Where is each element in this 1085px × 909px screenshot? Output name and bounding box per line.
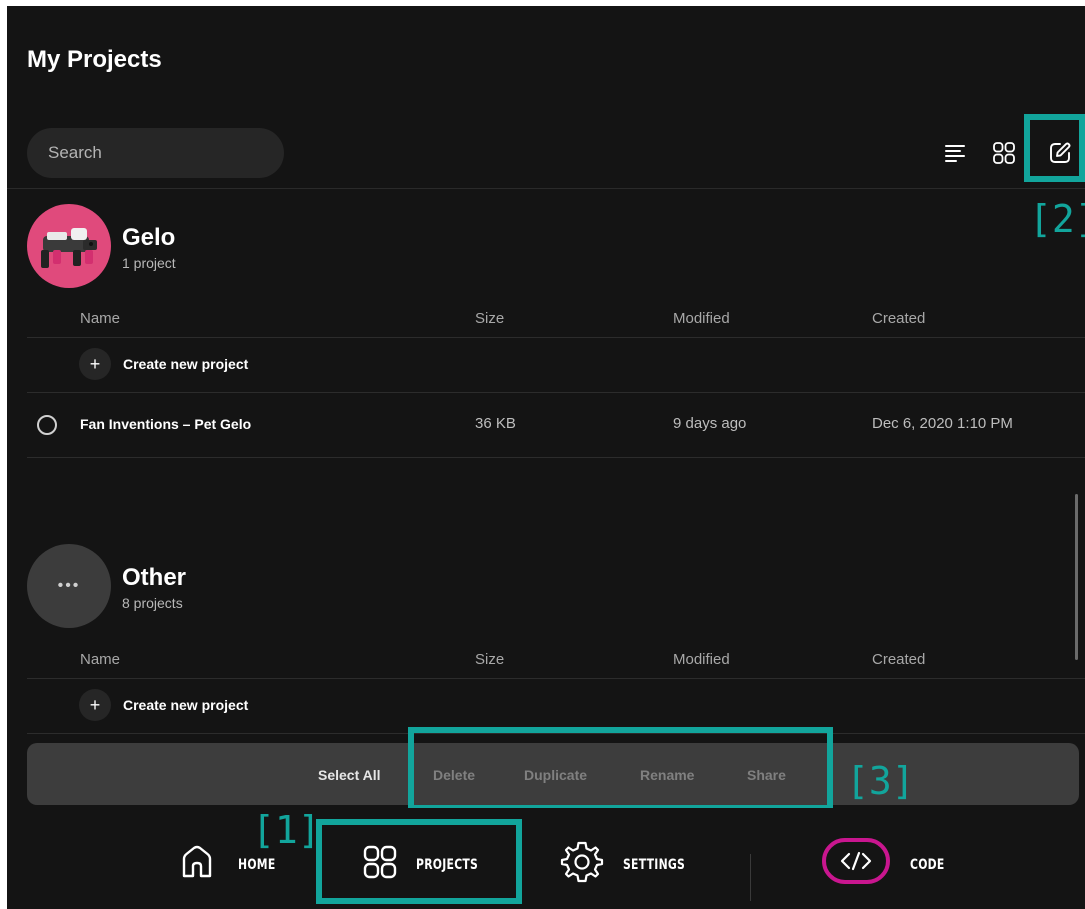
gelo-avatar [27,204,111,288]
nav-settings-label[interactable]: SETTINGS [623,857,685,873]
annotation-label-3: [3] [846,759,915,803]
highlight-box-2 [1024,114,1085,182]
create-new-project-button[interactable]: + Create new project [79,689,248,721]
app-window: My Projects Search [2] [7,6,1085,909]
sort-lines-icon[interactable] [942,140,968,166]
column-header-name[interactable]: Name [80,310,120,327]
plus-icon: + [79,689,111,721]
header-divider [7,188,1085,189]
project-size: 36 KB [475,415,516,432]
group-name-gelo: Gelo [122,224,176,251]
select-all-button[interactable]: Select All [318,767,381,783]
nav-home-label[interactable]: HOME [238,857,275,873]
project-name[interactable]: Fan Inventions – Pet Gelo [80,416,251,432]
other-avatar: ••• [27,544,111,628]
nav-code-label[interactable]: CODE [910,857,945,873]
highlight-box-3 [408,727,833,811]
row-divider [27,457,1085,458]
grid-view-icon[interactable] [991,140,1017,166]
column-header-modified[interactable]: Modified [673,651,730,668]
plus-icon: + [79,348,111,380]
create-new-project-button[interactable]: + Create new project [79,348,248,380]
create-new-project-label: Create new project [123,356,249,372]
code-brackets-icon [840,851,872,871]
scrollbar[interactable] [1075,494,1078,660]
nav-divider [750,854,751,901]
create-new-project-label: Create new project [123,697,249,713]
row-divider [27,678,1085,679]
annotation-label-2: [2] [1029,197,1085,241]
group-count-gelo: 1 project [122,255,176,271]
column-header-modified[interactable]: Modified [673,310,730,327]
annotation-label-1: [1] [252,808,321,852]
row-divider [27,337,1085,338]
column-header-name[interactable]: Name [80,651,120,668]
page-title: My Projects [27,46,162,73]
search-input[interactable]: Search [27,128,284,178]
settings-gear-icon[interactable] [560,840,604,884]
more-dots-icon: ••• [57,577,81,594]
column-header-size[interactable]: Size [475,651,504,668]
column-header-created[interactable]: Created [872,310,925,327]
column-header-size[interactable]: Size [475,310,504,327]
project-modified: 9 days ago [673,415,747,432]
project-select-radio[interactable] [37,415,57,435]
home-icon[interactable] [179,844,215,880]
highlight-box-1 [316,819,522,904]
column-header-created[interactable]: Created [872,651,925,668]
project-created: Dec 6, 2020 1:10 PM [872,415,1013,432]
row-divider [27,392,1085,393]
code-button-ring[interactable] [822,838,890,884]
group-name-other: Other [122,564,187,591]
group-count-other: 8 projects [122,595,183,611]
